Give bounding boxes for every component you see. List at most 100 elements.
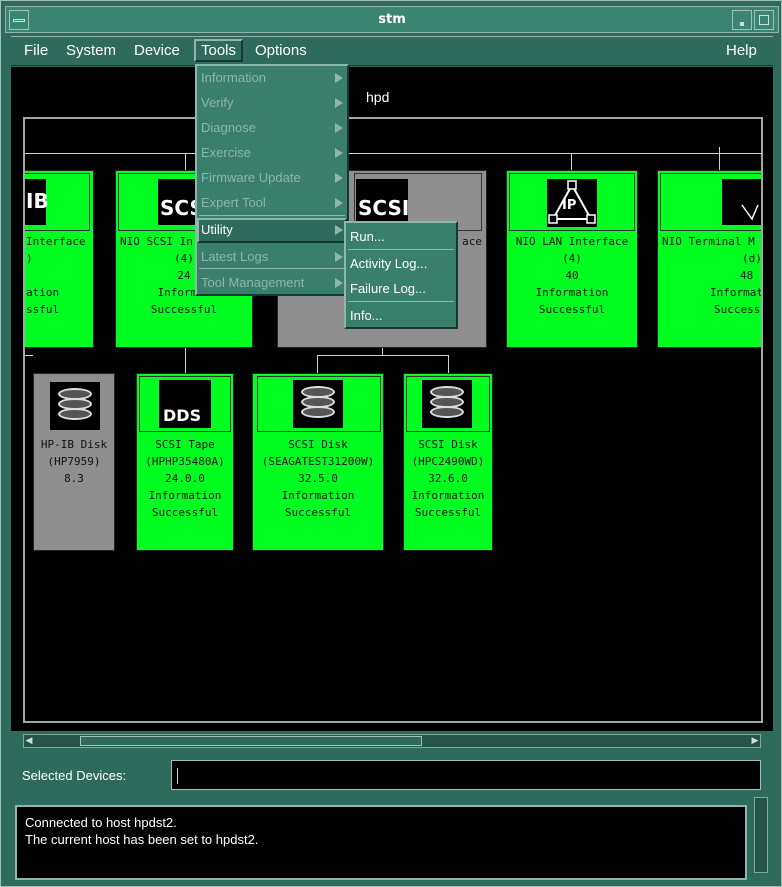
tape-icon: DDS [159,380,211,428]
connector-line [382,348,383,355]
menu-item-run[interactable]: Run... [350,229,385,244]
menu-item-verify[interactable]: Verify [201,95,234,110]
submenu-arrow-icon [335,225,343,235]
scroll-left-icon[interactable]: ◀ [24,736,34,746]
horizontal-scrollbar[interactable]: ◀ ▶ [23,734,761,748]
bus-line [25,153,761,154]
device-status-result: Success [714,303,761,316]
menu-item-failure-log[interactable]: Failure Log... [350,281,426,296]
minimize-button[interactable] [732,10,752,30]
host-label: hpd [366,89,390,105]
disk-platter [58,408,92,420]
device-status-result: Successful [284,506,352,519]
window-title: stm [378,12,406,27]
device-id: (SEAGATEST31200W) [261,455,375,468]
device-status-result: Successful [150,303,218,316]
menu-separator [348,249,454,250]
device-status-label: Information [411,489,485,502]
disk-icon [293,380,343,428]
device-status-label: Informat [710,286,763,299]
menu-item-diagnose[interactable]: Diagnose [201,120,256,135]
text-cursor [177,768,178,784]
menu-item-information[interactable]: Information [201,70,266,85]
utility-submenu: Run... Activity Log... Failure Log... In… [344,221,458,329]
device-path: 32.6.0 [428,472,468,485]
device-label: HP-IB Disk [40,438,108,451]
disk-icon [50,382,100,430]
menu-device[interactable]: Device [129,41,185,60]
device-label: SCSI Disk [288,438,348,451]
device-node-scsi-disk-2[interactable]: SCSI Disk (HPC2490WD) 32.6.0 Information… [403,373,493,551]
connector-line [185,153,186,171]
device-path: 48 [740,269,754,282]
device-label: Interface [26,235,86,248]
selected-devices-label: Selected Devices: [22,768,127,783]
menu-item-expert-tool[interactable]: Expert Tool [201,195,266,210]
antenna-icon [741,204,759,221]
device-status-result: Successful [151,506,219,519]
device-status-label: Information [148,489,222,502]
menu-file[interactable]: File [19,41,53,60]
menu-system[interactable]: System [61,41,121,60]
menu-item-firmware-update[interactable]: Firmware Update [201,170,301,185]
connector-line [185,348,186,373]
device-label: SCSI Tape [155,438,215,451]
title-bar[interactable]: stm [5,6,779,33]
connector-line [448,355,449,373]
device-status-result: ssful [26,303,60,316]
vertical-scrollbar[interactable] [754,797,768,873]
device-node-scsi-tape[interactable]: DDS SCSI Tape (HPHP35480A) 24.0.0 Inform… [136,373,234,551]
menu-item-latest-logs[interactable]: Latest Logs [201,249,268,264]
scsi-icon: SCSI [356,179,409,225]
menu-separator [348,301,454,302]
device-label: SCSI Disk [418,438,478,451]
device-status-label: Information [535,286,609,299]
device-id: (d) [742,252,762,265]
disk-icon [422,380,472,428]
stm-window: stm File System Device Tools Options Hel… [0,0,782,887]
terminal-mux-icon [722,179,761,225]
submenu-arrow-icon [335,98,343,108]
submenu-arrow-icon [335,278,343,288]
device-status-label: Information [281,489,355,502]
connector-line [317,355,318,373]
device-map-viewport[interactable]: IB Interface ) ation ssful SCS NIO SCSI … [23,117,763,723]
tools-menu: Information Verify Diagnose Exercise Fir… [195,64,349,296]
menu-item-tool-management[interactable]: Tool Management [201,275,304,290]
device-node-hpib-disk[interactable]: HP-IB Disk (HP7959) 8.3 [33,373,115,551]
connector-line [25,355,33,356]
maximize-button[interactable] [754,10,774,30]
device-node-hpib-interface[interactable]: IB Interface ) ation ssful [25,170,94,348]
selected-devices-field[interactable] [171,760,761,790]
connector-line [317,355,448,356]
submenu-arrow-icon [335,123,343,133]
menu-help[interactable]: Help [721,41,762,60]
menu-tools[interactable]: Tools [194,39,244,62]
device-node-terminal-mux[interactable]: NIO Terminal M (d) 48 Informat Success [657,170,763,348]
scrollbar-thumb[interactable] [80,736,422,746]
device-id: (HPC2490WD) [411,455,485,468]
menu-options[interactable]: Options [250,41,312,60]
device-path: 40 [565,269,579,282]
status-log[interactable]: Connected to host hpdst2. The current ho… [15,805,747,880]
menu-separator [199,215,345,216]
device-path: 8.3 [64,472,84,485]
menu-item-info[interactable]: Info... [350,308,383,323]
submenu-arrow-icon [335,252,343,262]
scroll-right-icon[interactable]: ▶ [750,736,760,746]
maximize-icon [759,15,769,25]
device-id: (HPHP35480A) [145,455,225,468]
menu-item-activity-log[interactable]: Activity Log... [350,256,427,271]
device-status-result: Successful [414,506,482,519]
device-node-lan-interface[interactable]: IP NIO LAN Interface (4) 40 Information … [506,170,638,348]
device-path: 24.0.0 [165,472,205,485]
device-label: ace [462,235,482,248]
device-path: 32.5.0 [298,472,338,485]
device-map-area: hpd IB Interface ) ation ssful SCS NIO S… [11,67,773,731]
menu-item-exercise[interactable]: Exercise [201,145,251,160]
device-label: NIO LAN Interface [515,235,629,248]
menu-bar: File System Device Tools Options Help [11,36,773,66]
device-status-result: Successful [538,303,606,316]
device-node-scsi-disk-1[interactable]: SCSI Disk (SEAGATEST31200W) 32.5.0 Infor… [252,373,384,551]
menu-item-utility[interactable]: Utility [201,222,233,237]
